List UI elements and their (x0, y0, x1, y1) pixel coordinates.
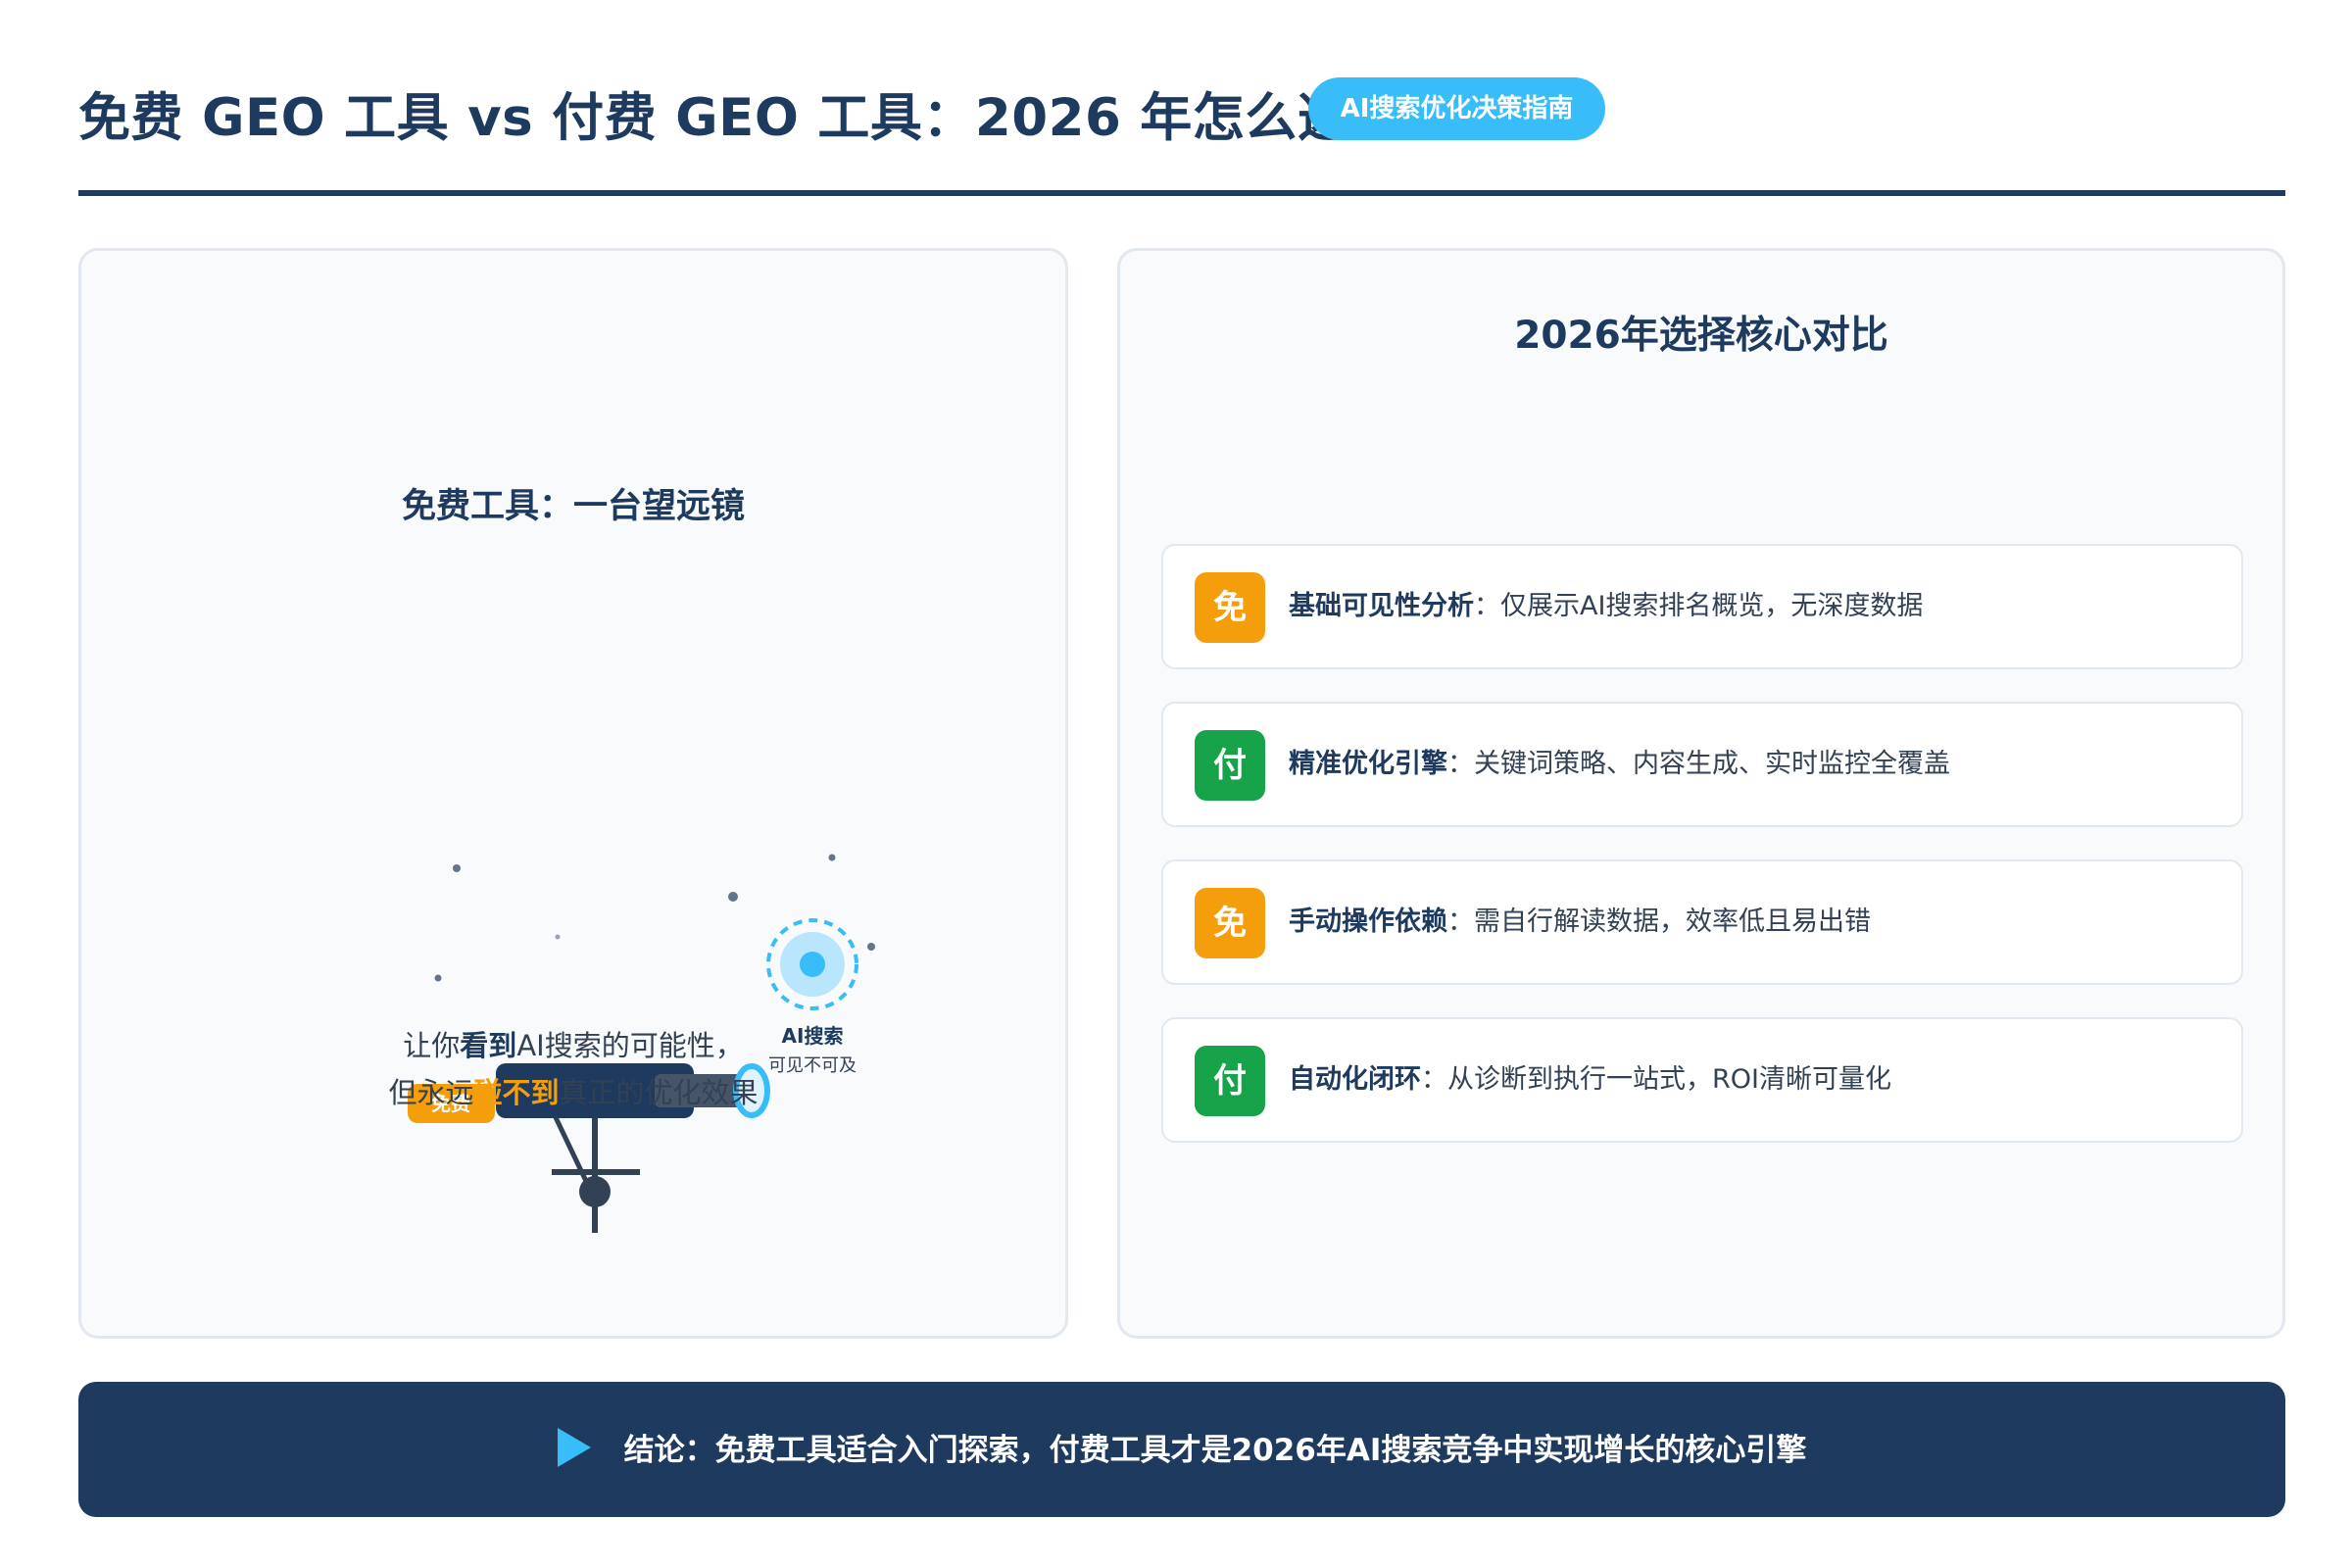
caption-highlight-reach: 碰不到 (473, 1076, 560, 1109)
header-divider (78, 190, 2285, 196)
caption-line-2: 但永远碰不到真正的优化效果 (81, 1069, 1065, 1116)
comparison-text: 自动化闭环：从诊断到执行一站式，ROI清晰可量化 (1289, 1019, 1891, 1141)
comparison-list: 免 基础可见性分析：仅展示AI搜索排名概览，无深度数据 付 精准优化引擎：关键词… (1161, 544, 2243, 1175)
comparison-title: 精准优化引擎 (1289, 749, 1447, 779)
comparison-item: 免 基础可见性分析：仅展示AI搜索排名概览，无深度数据 (1161, 544, 2243, 669)
comparison-panel: 2026年选择核心对比 免 基础可见性分析：仅展示AI搜索排名概览，无深度数据 … (1117, 248, 2285, 1339)
free-tool-caption: 让你看到AI搜索的可能性， 但永远碰不到真正的优化效果 (81, 1022, 1065, 1116)
comparison-heading: 2026年选择核心对比 (1514, 314, 1888, 358)
free-badge: 免 (1195, 888, 1265, 958)
caption-highlight-see: 看到 (460, 1029, 517, 1062)
free-badge: 免 (1195, 572, 1265, 643)
free-tool-heading: 免费工具：一台望远镜 (401, 487, 745, 526)
paid-badge: 付 (1195, 730, 1265, 801)
free-tool-panel: 免费工具：一台望远镜 AI搜索 可见不可及 免费 让你看到AI搜索的可能性， 但… (78, 248, 1068, 1339)
caption-line-1: 让你看到AI搜索的可能性， (81, 1022, 1065, 1069)
conclusion-content: 结论：免费工具适合入门探索，付费工具才是2026年AI搜索竞争中实现增长的核心引… (78, 1382, 2285, 1517)
comparison-desc: ：从诊断到执行一站式，ROI清晰可量化 (1421, 1064, 1891, 1095)
telescope-illustration: AI搜索 可见不可及 免费 (408, 854, 875, 1233)
caption-text: 但永远 (388, 1076, 474, 1109)
comparison-title: 基础可见性分析 (1289, 591, 1474, 621)
comparison-title: 自动化闭环 (1289, 1064, 1421, 1095)
comparison-item: 免 手动操作依赖：需自行解读数据，效率低且易出错 (1161, 859, 2243, 985)
caption-text: AI搜索的可能性， (516, 1029, 744, 1062)
caption-text: 让你 (403, 1029, 461, 1062)
comparison-desc: ：仅展示AI搜索排名概览，无深度数据 (1474, 591, 1924, 621)
comparison-text: 精准优化引擎：关键词策略、内容生成、实时监控全覆盖 (1289, 704, 1950, 825)
comparison-desc: ：需自行解读数据，效率低且易出错 (1447, 906, 1871, 937)
tripod-icon (551, 1111, 640, 1233)
caption-text: 真正的优化效果 (559, 1076, 759, 1109)
comparison-item: 付 精准优化引擎：关键词策略、内容生成、实时监控全覆盖 (1161, 702, 2243, 827)
comparison-item: 付 自动化闭环：从诊断到执行一站式，ROI清晰可量化 (1161, 1017, 2243, 1143)
conclusion-banner: 结论：免费工具适合入门探索，付费工具才是2026年AI搜索竞争中实现增长的核心引… (78, 1382, 2285, 1517)
comparison-text: 基础可见性分析：仅展示AI搜索排名概览，无深度数据 (1289, 546, 1923, 667)
page-title: 免费 GEO 工具 vs 付费 GEO 工具：2026 年怎么选? (78, 88, 1381, 148)
conclusion-text: 结论：免费工具适合入门探索，付费工具才是2026年AI搜索竞争中实现增长的核心引… (623, 1432, 1807, 1468)
guide-badge: AI搜索优化决策指南 (1308, 77, 1605, 140)
comparison-title: 手动操作依赖 (1289, 906, 1447, 937)
comparison-desc: ：关键词策略、内容生成、实时监控全覆盖 (1447, 749, 1950, 779)
paid-badge: 付 (1195, 1046, 1265, 1116)
ai-target-icon (766, 918, 858, 1010)
comparison-text: 手动操作依赖：需自行解读数据，效率低且易出错 (1289, 861, 1871, 983)
page-header: 免费 GEO 工具 vs 付费 GEO 工具：2026 年怎么选? AI搜索优化… (78, 69, 2285, 176)
play-icon (557, 1427, 591, 1467)
